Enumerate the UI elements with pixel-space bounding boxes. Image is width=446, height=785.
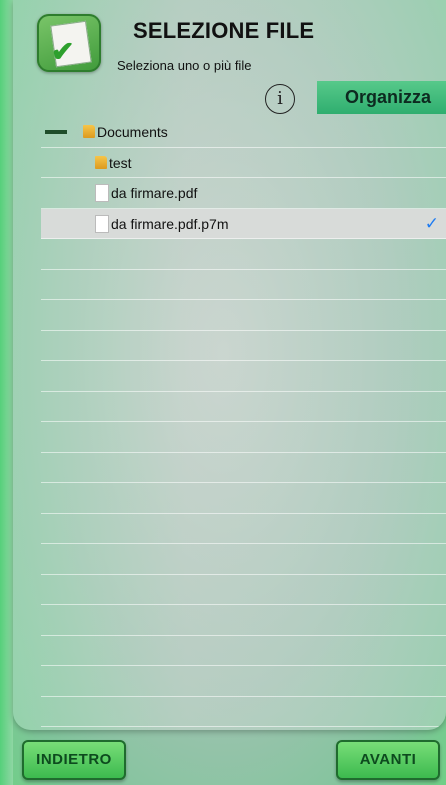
empty-row: [41, 331, 446, 361]
left-edge-decoration: [0, 0, 13, 785]
empty-row: [41, 483, 446, 514]
empty-row: [41, 453, 446, 483]
checkmark-icon: ✔: [51, 36, 75, 67]
file-icon: [95, 184, 109, 202]
empty-row: [41, 361, 446, 392]
folder-icon: [83, 125, 95, 138]
tree-row-file-selected[interactable]: da firmare.pdf.p7m ✓: [41, 208, 446, 239]
info-button[interactable]: i: [265, 84, 295, 114]
empty-row: [41, 270, 446, 300]
empty-row: [41, 392, 446, 422]
empty-row: [41, 605, 446, 636]
empty-row: [41, 514, 446, 544]
tree-row-file[interactable]: da firmare.pdf: [41, 178, 446, 209]
tree-row-documents[interactable]: Documents: [41, 117, 446, 148]
file-selection-panel: ✔ SELEZIONE FILE Seleziona uno o più fil…: [13, 0, 446, 730]
empty-row: [41, 422, 446, 453]
empty-row: [41, 727, 446, 730]
tree-row-label: da firmare.pdf.p7m: [111, 215, 229, 232]
empty-row: [41, 544, 446, 575]
empty-row: [41, 697, 446, 727]
tree-row-test[interactable]: test: [41, 148, 446, 178]
tree-row-label: Documents: [97, 124, 168, 140]
tree-row-label: test: [109, 154, 132, 171]
file-tree: Documents test da firmare.pdf da firmare…: [41, 117, 446, 730]
folder-icon: [95, 155, 107, 169]
file-icon: [95, 214, 109, 233]
empty-row: [41, 575, 446, 605]
next-button[interactable]: AVANTI: [336, 740, 440, 780]
page-subtitle: Seleziona uno o più file: [117, 58, 252, 73]
empty-row: [41, 666, 446, 697]
collapse-icon[interactable]: [45, 130, 67, 134]
empty-row: [41, 239, 446, 270]
selected-check-icon: ✓: [424, 213, 439, 233]
empty-row: [41, 300, 446, 331]
tree-row-label: da firmare.pdf: [111, 185, 198, 201]
empty-row: [41, 636, 446, 666]
page-title: SELEZIONE FILE: [133, 18, 315, 43]
back-button[interactable]: INDIETRO: [22, 740, 126, 780]
organize-button[interactable]: Organizza: [317, 81, 446, 114]
app-icon: ✔: [37, 14, 101, 72]
